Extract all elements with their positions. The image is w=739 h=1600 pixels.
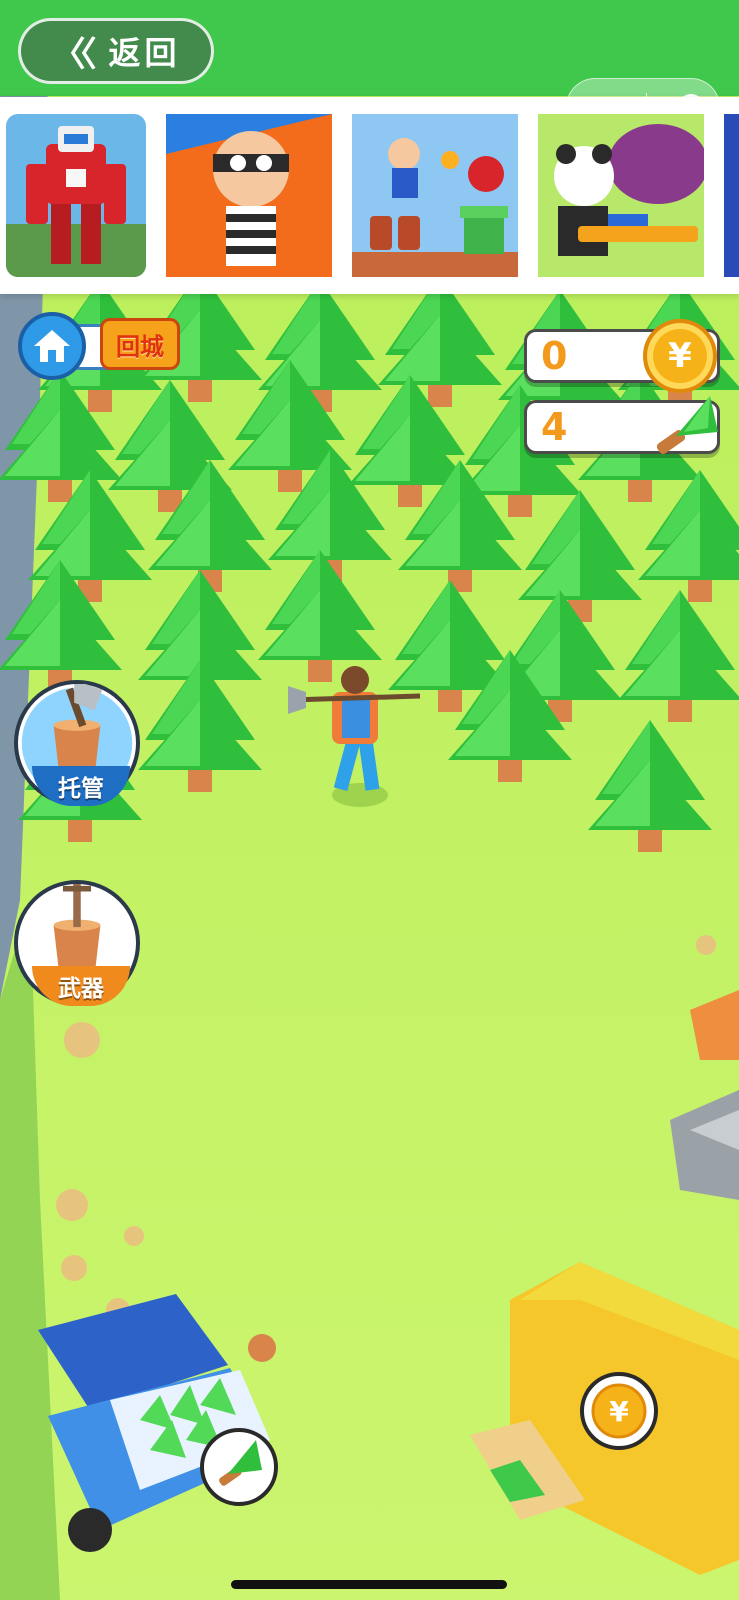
ad-thumbnail-platformer-hero[interactable] (352, 114, 518, 277)
return-town-button[interactable]: 回城 (100, 318, 180, 370)
shop-coin-bubble[interactable]: ¥ (580, 1372, 658, 1450)
coin-value: 0 (541, 334, 568, 378)
thief-icon (166, 114, 332, 277)
truck-tree-bubble[interactable] (200, 1428, 278, 1506)
back-label: 返回 (108, 34, 181, 72)
pine-tree-icon (656, 396, 718, 454)
platformer-hero-icon (352, 114, 518, 277)
yuan-coin-icon: ¥ (591, 1383, 647, 1439)
panda-shooter-icon (538, 114, 704, 277)
ad-thumbnail-panda-shooter[interactable] (538, 114, 704, 277)
pine-tree-icon (219, 1440, 262, 1486)
ad-thumbnail-thief-escape[interactable] (166, 114, 332, 277)
home-group: 回城 (18, 312, 183, 380)
back-button[interactable]: 〈〈 返回 (18, 18, 214, 84)
double-chevron-left-icon: 〈〈 (51, 34, 96, 75)
ad-thumbnail-robot-hero[interactable] (6, 114, 146, 277)
auto-play-button[interactable]: 托管 (14, 680, 140, 806)
game-ad-strip (0, 97, 739, 294)
home-indicator[interactable] (231, 1580, 507, 1589)
wood-value: 4 (541, 405, 568, 449)
robot-hero-icon (6, 114, 146, 277)
weapon-button[interactable]: 武器 (14, 880, 140, 1006)
house-icon[interactable] (18, 312, 86, 380)
ad-thumbnail-partial[interactable] (724, 114, 739, 277)
yuan-coin-icon: ¥ (643, 319, 717, 393)
svg-text:¥: ¥ (609, 1395, 629, 1428)
